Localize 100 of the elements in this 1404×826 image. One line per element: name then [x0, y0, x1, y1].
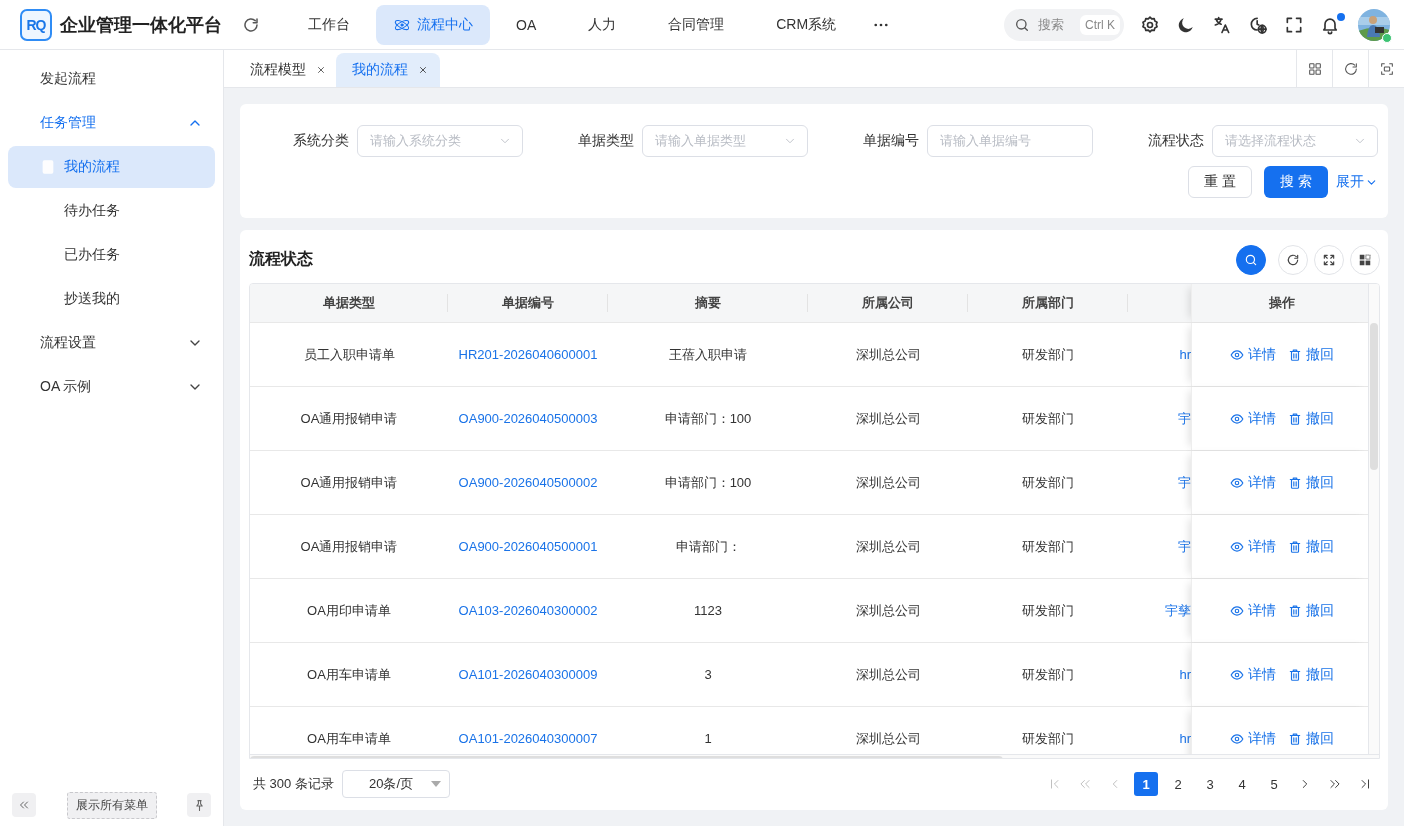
page-tab[interactable]: 流程模型 [240, 53, 336, 87]
nav-tab[interactable]: 工作台 [282, 4, 376, 45]
search-icon [1014, 16, 1030, 33]
nav-tab[interactable]: 合同管理 [642, 4, 751, 45]
document-link[interactable]: OA900-2026040500003 [458, 411, 598, 427]
translate-icon[interactable] [1212, 14, 1232, 35]
table-cell-text: 研发部门 [1021, 666, 1075, 684]
menu-item[interactable]: 任务管理 [0, 101, 223, 145]
table-cell-text: 研发部门 [1021, 602, 1075, 620]
document-link[interactable]: HR201-2026040600001 [458, 347, 598, 363]
eye-icon [1229, 348, 1244, 362]
document-icon [40, 159, 56, 175]
document-link[interactable]: OA900-2026040500001 [458, 539, 598, 555]
table-cell-text: 1 [703, 730, 713, 749]
table-cell-text: 深圳总公司 [854, 666, 922, 684]
table-cell-text: 深圳总公司 [854, 730, 922, 748]
refresh-icon [1342, 60, 1359, 77]
document-link[interactable]: OA900-2026040500002 [458, 475, 598, 491]
eye-icon [1229, 412, 1244, 426]
details-link[interactable]: 详情 [1229, 666, 1276, 684]
expand-link[interactable]: 展开 [1336, 173, 1378, 191]
withdraw-link[interactable]: 撤回 [1287, 730, 1334, 748]
field-label: 单据类型 [577, 132, 634, 150]
blocks-icon [1358, 252, 1372, 267]
withdraw-link[interactable]: 撤回 [1287, 666, 1334, 684]
eye-icon [1229, 476, 1244, 490]
search-button[interactable] [1236, 244, 1266, 275]
trash-icon [1287, 348, 1302, 362]
menu-item[interactable]: 发起流程 [0, 57, 223, 101]
close-icon[interactable] [418, 65, 428, 75]
table-cell-text: 宇 [1177, 410, 1191, 428]
settings-icon[interactable] [1140, 14, 1160, 35]
menu-item[interactable]: OA 示例 [0, 365, 223, 409]
table-cell-text: 申请部门： [674, 538, 742, 556]
nav-tab[interactable]: 流程中心 [376, 4, 490, 45]
menu-item[interactable]: 待办任务 [8, 190, 215, 232]
document-link[interactable]: OA103-2026040300002 [458, 603, 598, 619]
page-button[interactable]: 1 [1134, 772, 1158, 797]
withdraw-link[interactable]: 撤回 [1287, 538, 1334, 556]
trash-icon [1287, 476, 1302, 490]
withdraw-link[interactable]: 撤回 [1287, 474, 1334, 492]
table-title: 流程状态 [249, 249, 313, 270]
search-field[interactable]: 搜索 Ctrl K [1004, 8, 1124, 41]
field-label: 流程状态 [1147, 132, 1204, 150]
details-link[interactable]: 详情 [1229, 602, 1276, 620]
last-page-icon[interactable] [1358, 777, 1372, 792]
menu-item[interactable]: 已办任务 [8, 234, 215, 276]
search-button[interactable]: 搜 索 [1264, 166, 1328, 198]
table-cell-text: OA用车申请单 [306, 730, 392, 748]
page-button[interactable]: 4 [1230, 772, 1254, 797]
nav-tab[interactable]: CRM系统 [750, 4, 863, 45]
details-link[interactable]: 详情 [1229, 538, 1276, 556]
table-cell-text: 宇 [1177, 474, 1191, 492]
pin-button[interactable] [187, 793, 211, 817]
vertical-scrollbar[interactable] [1368, 284, 1379, 755]
table-cell-text: 1123 [693, 602, 723, 621]
table-cell-text: OA通用报销申请 [299, 538, 399, 556]
nav-tab[interactable]: 人力 [562, 4, 643, 45]
close-icon[interactable] [316, 65, 326, 75]
refresh-icon[interactable] [242, 15, 260, 34]
total-records: 共 300 条记录 [253, 775, 334, 794]
withdraw-link[interactable]: 撤回 [1287, 346, 1334, 364]
table-cell-text: 深圳总公司 [854, 410, 922, 428]
document-link[interactable]: OA101-2026040300009 [458, 667, 598, 683]
eye-icon [1229, 540, 1244, 554]
column-header: 单据编号 [448, 284, 608, 323]
details-link[interactable]: 详情 [1229, 730, 1276, 748]
table-cell-text: hr [1178, 346, 1191, 365]
nav-tab[interactable]: OA [490, 4, 563, 45]
show-all-menus-button[interactable]: 展示所有菜单 [66, 791, 157, 819]
table-cell-text: 深圳总公司 [854, 474, 922, 492]
reset-button[interactable]: 重 置 [1188, 166, 1252, 198]
app-title: 企业管理一体化平台 [60, 13, 222, 37]
details-link[interactable]: 详情 [1229, 346, 1276, 364]
table-cell-text: OA用印申请单 [306, 602, 392, 620]
table-cell-text: OA通用报销申请 [299, 474, 399, 492]
withdraw-link[interactable]: 撤回 [1287, 410, 1334, 428]
column-header: 操作 [1191, 284, 1369, 323]
page-tab[interactable]: 我的流程 [336, 53, 440, 87]
search-icon [1244, 252, 1258, 267]
menu-item[interactable]: 我的流程 [8, 146, 215, 188]
menu-item[interactable]: 流程设置 [0, 321, 223, 365]
table-cell-text: 研发部门 [1021, 538, 1075, 556]
double-chevron-left-icon [18, 799, 30, 811]
trash-icon [1287, 412, 1302, 426]
scan-icon [1378, 60, 1395, 77]
page-button[interactable]: 2 [1166, 772, 1190, 797]
details-link[interactable]: 详情 [1229, 410, 1276, 428]
table-cell-text: 申请部门：100 [663, 474, 753, 492]
page-button[interactable]: 3 [1198, 772, 1222, 797]
document-link[interactable]: OA101-2026040300007 [458, 731, 598, 747]
details-link[interactable]: 详情 [1229, 474, 1276, 492]
page-button[interactable]: 5 [1262, 772, 1286, 797]
menu-item[interactable]: 抄送我的 [8, 278, 215, 320]
withdraw-link[interactable]: 撤回 [1287, 602, 1334, 620]
expand-icon [1322, 252, 1336, 267]
page-size-select[interactable]: 20条/页 [341, 770, 450, 799]
trash-icon [1287, 732, 1302, 746]
table-cell-text: 申请部门：100 [663, 410, 753, 428]
table-cell-text: 深圳总公司 [854, 538, 922, 556]
